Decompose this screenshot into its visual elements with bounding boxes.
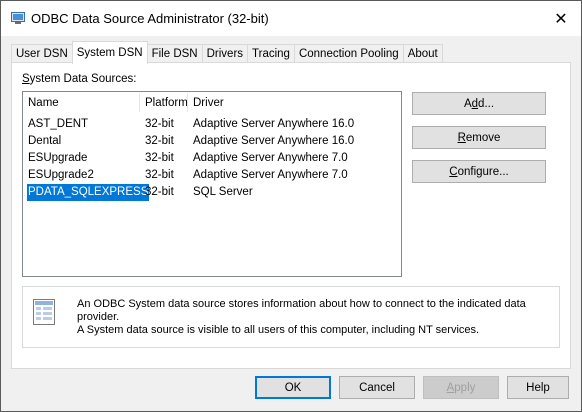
column-divider[interactable]: [139, 94, 140, 112]
cancel-button[interactable]: Cancel: [339, 376, 415, 399]
list-item[interactable]: Dental 32-bit Adaptive Server Anywhere 1…: [23, 133, 401, 150]
system-dsn-panel: System Data Sources: Name Platform Drive…: [11, 62, 571, 369]
data-source-info-icon: [33, 299, 55, 325]
close-icon: ✕: [554, 10, 568, 28]
tab-strip: User DSN System DSN File DSN Drivers Tra…: [11, 41, 443, 64]
odbc-dialog-window: ODBC Data Source Administrator (32-bit) …: [0, 0, 582, 412]
window-title: ODBC Data Source Administrator (32-bit): [31, 11, 269, 26]
list-item-selected[interactable]: PDATA_SQLEXPRESS 32-bit SQL Server: [23, 184, 401, 201]
data-sources-list[interactable]: Name Platform Driver AST_DENT 32-bit Ada…: [22, 91, 402, 277]
apply-button[interactable]: Apply: [423, 376, 499, 399]
info-box: An ODBC System data source stores inform…: [22, 286, 560, 348]
odbc-app-icon: [11, 12, 25, 25]
tab-system-dsn[interactable]: System DSN: [71, 41, 148, 64]
list-item[interactable]: AST_DENT 32-bit Adaptive Server Anywhere…: [23, 116, 401, 133]
tab-tracing[interactable]: Tracing: [247, 44, 295, 64]
column-header-platform[interactable]: Platform: [145, 97, 188, 109]
system-data-sources-label: System Data Sources:: [22, 73, 137, 85]
title-bar[interactable]: ODBC Data Source Administrator (32-bit) …: [1, 1, 581, 36]
remove-button[interactable]: Remove: [412, 126, 546, 149]
column-divider[interactable]: [187, 94, 188, 112]
add-button[interactable]: Ad d...: [412, 92, 546, 115]
column-header-name[interactable]: Name: [28, 97, 59, 109]
tab-about[interactable]: About: [402, 44, 443, 64]
configure-button[interactable]: Configure...: [412, 160, 546, 183]
close-button[interactable]: ✕: [541, 1, 581, 36]
ok-button[interactable]: OK: [255, 376, 331, 399]
tab-connection-pooling[interactable]: Connection Pooling: [293, 44, 404, 64]
tab-file-dsn[interactable]: File DSN: [146, 44, 203, 64]
help-button[interactable]: Help: [507, 376, 569, 399]
list-item[interactable]: ESUpgrade2 32-bit Adaptive Server Anywhe…: [23, 167, 401, 184]
info-description: An ODBC System data source stores inform…: [77, 298, 526, 336]
list-item[interactable]: ESUpgrade 32-bit Adaptive Server Anywher…: [23, 150, 401, 167]
tab-user-dsn[interactable]: User DSN: [11, 44, 73, 64]
list-header: Name Platform Driver: [23, 92, 401, 114]
column-header-driver[interactable]: Driver: [193, 97, 224, 109]
tab-drivers[interactable]: Drivers: [201, 44, 249, 64]
